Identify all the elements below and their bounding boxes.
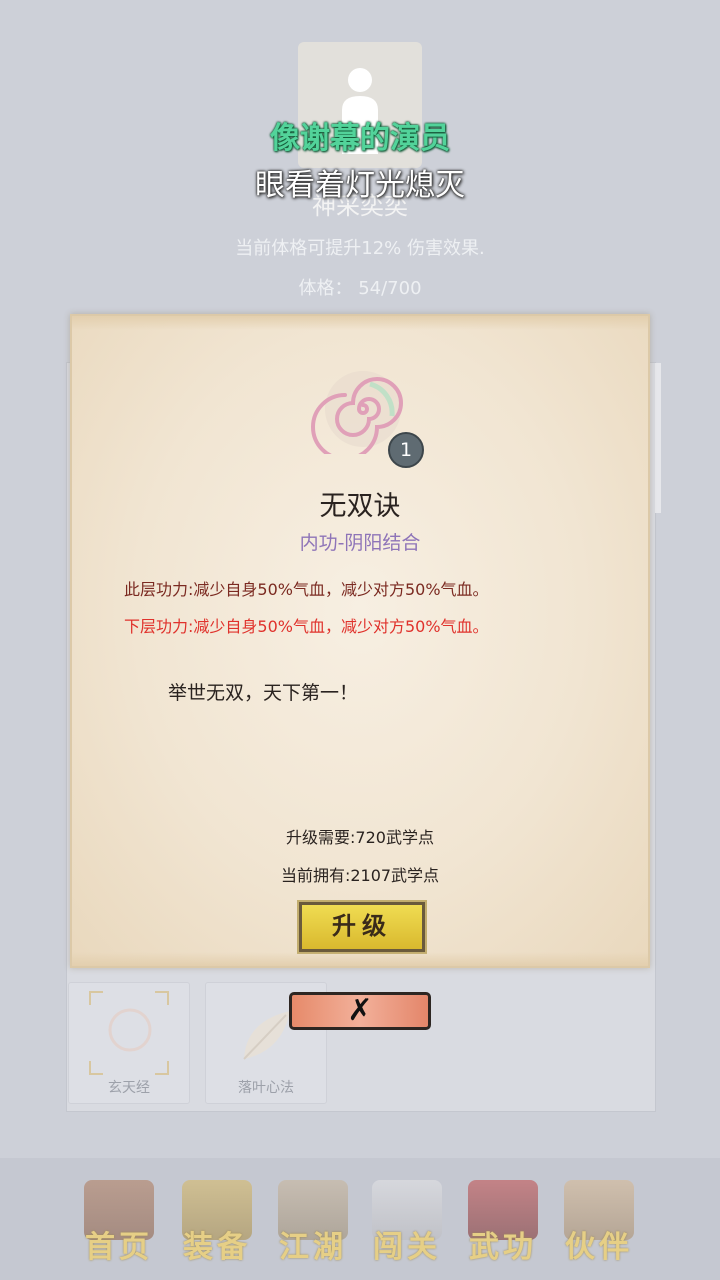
nav-jianghu[interactable]: 江湖 bbox=[268, 1176, 358, 1266]
nav-label: 闯关 bbox=[373, 1230, 441, 1265]
nav-label: 装备 bbox=[183, 1230, 251, 1265]
nav-home[interactable]: 首页 bbox=[74, 1176, 164, 1266]
skill-level-badge: 1 bbox=[388, 432, 424, 468]
nav-label: 江湖 bbox=[279, 1230, 347, 1265]
upgrade-button[interactable]: 升级 bbox=[297, 900, 427, 954]
skill-card-label: 玄天经 bbox=[108, 1080, 150, 1096]
nav-label: 伙伴 bbox=[565, 1230, 633, 1265]
next-level-effect: 下层功力:减少自身50%气血，减少对方50%气血。 bbox=[124, 617, 489, 636]
close-x-icon: ✗ bbox=[347, 993, 373, 1028]
upgrade-requirement: 升级需要:720武学点 bbox=[286, 828, 434, 847]
close-button[interactable]: ✗ bbox=[289, 992, 431, 1030]
constitution-description: 当前体格可提升12% 伤害效果. bbox=[235, 238, 485, 259]
scrollbar[interactable] bbox=[655, 363, 661, 513]
skill-type: 内功-阴阳结合 bbox=[299, 532, 421, 554]
owned-points: 当前拥有:2107武学点 bbox=[280, 866, 440, 885]
nav-label: 武功 bbox=[469, 1230, 537, 1265]
nav-martial-arts[interactable]: 武功 bbox=[458, 1176, 548, 1266]
nav-equipment[interactable]: 装备 bbox=[172, 1176, 262, 1266]
skill-card-xuantianjing[interactable]: 玄天经 bbox=[68, 982, 190, 1104]
lyric-overlay-line-2: 眼看着灯光熄灭 bbox=[255, 168, 465, 203]
skill-flavor-text: 举世无双，天下第一！ bbox=[168, 682, 359, 704]
skill-title: 无双诀 bbox=[319, 491, 401, 522]
lyric-overlay-line-1: 像谢幕的演员 bbox=[270, 121, 450, 156]
nav-partners[interactable]: 伙伴 bbox=[554, 1176, 644, 1266]
xuan-seal-icon bbox=[108, 1008, 152, 1052]
current-level-effect: 此层功力:减少自身50%气血，减少对方50%气血。 bbox=[124, 580, 489, 599]
nav-label: 首页 bbox=[85, 1230, 153, 1265]
constitution-stat: 体格： 54/700 bbox=[298, 278, 422, 299]
bottom-nav: 首页 装备 江湖 闯关 武功 伙伴 bbox=[0, 1158, 720, 1280]
nav-stages[interactable]: 闯关 bbox=[362, 1176, 452, 1266]
skill-card-label: 落叶心法 bbox=[238, 1080, 294, 1096]
skill-detail-modal: 1 无双诀 内功-阴阳结合 此层功力:减少自身50%气血，减少对方50%气血。 … bbox=[70, 314, 650, 968]
